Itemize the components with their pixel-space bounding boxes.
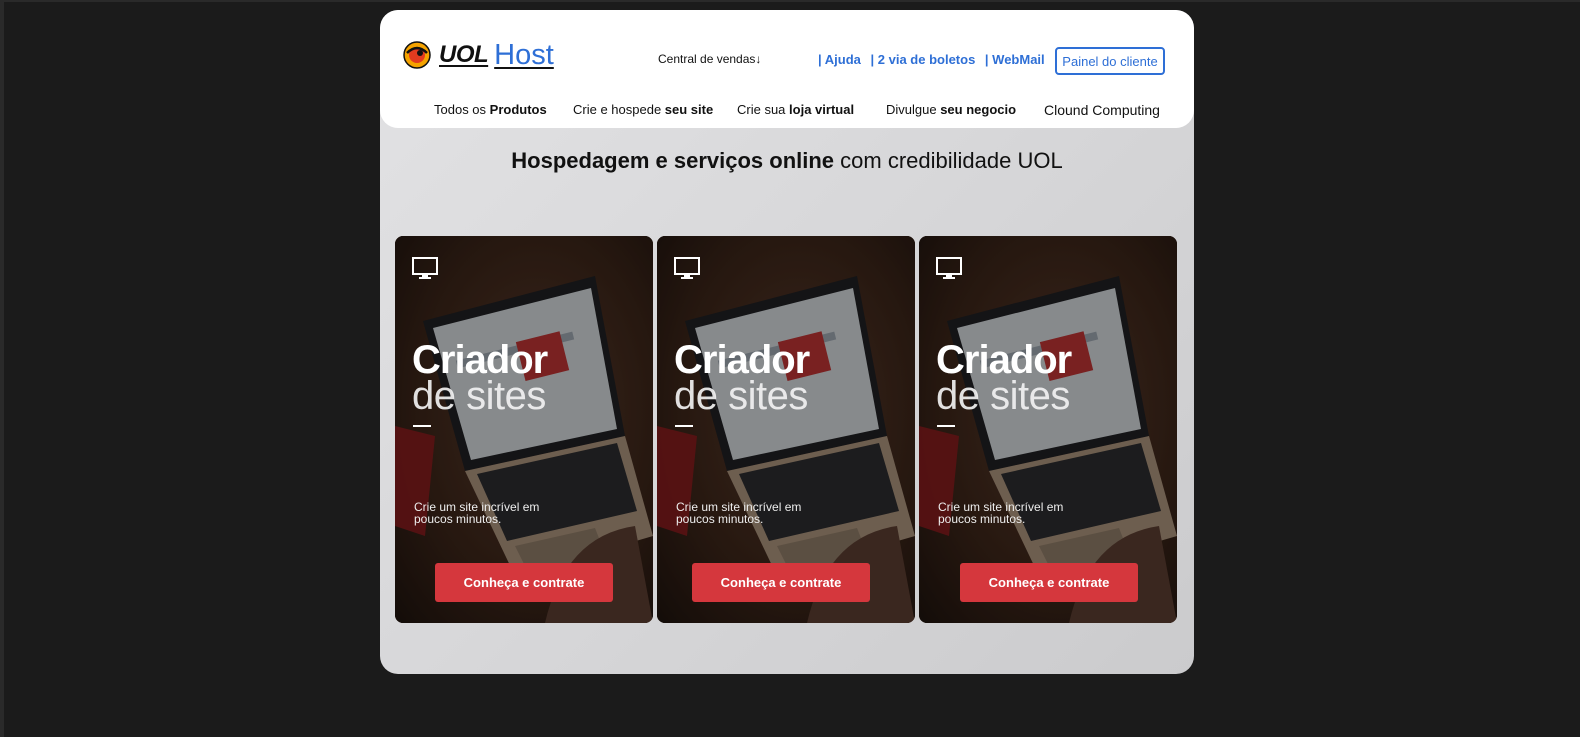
monitor-icon [936, 257, 962, 279]
page-headline: Hospedagem e serviços online com credibi… [380, 148, 1194, 174]
card-description: Crie um site incrível em poucos minutos. [414, 500, 540, 526]
card-divider [413, 425, 431, 427]
nav-label: Todos os [434, 102, 490, 117]
card-description: Crie um site incrível em poucos minutos. [938, 500, 1064, 526]
card-divider [675, 425, 693, 427]
nav-label-bold: Produtos [489, 102, 547, 117]
painel-cliente-button[interactable]: Painel do cliente [1055, 47, 1165, 75]
product-card-criador-sites: Criador de sites Crie um site incrível e… [919, 236, 1177, 623]
uol-logo-icon [403, 41, 431, 69]
nav-label-bold: loja virtual [789, 102, 855, 117]
boletos-link[interactable]: | 2 via de boletos [871, 52, 976, 67]
card-subtitle: de sites [412, 374, 546, 418]
conheca-contrate-button[interactable]: Conheça e contrate [960, 563, 1138, 602]
logo-brand-text: UOL [439, 41, 489, 68]
nav-crie-hospede[interactable]: Crie e hospede seu site [573, 102, 713, 117]
landing-page: UOL Host Central de vendas↓ | Ajuda | 2 … [380, 10, 1194, 674]
product-card-criador-sites: Criador de sites Crie um site incrível e… [395, 236, 653, 623]
card-description: Crie um site incrível em poucos minutos. [676, 500, 802, 526]
headline-plain: com credibilidade UOL [834, 148, 1063, 173]
nav-label: Crie e hospede [573, 102, 665, 117]
card-subtitle: de sites [936, 374, 1070, 418]
webmail-link[interactable]: | WebMail [985, 52, 1045, 67]
nav-label: Divulgue [886, 102, 941, 117]
site-header: UOL Host Central de vendas↓ | Ajuda | 2 … [380, 10, 1194, 128]
card-subtitle: de sites [674, 374, 808, 418]
central-vendas-link[interactable]: Central de vendas↓ [658, 52, 761, 66]
headline-bold: Hospedagem e serviços online [511, 148, 835, 173]
nav-todos-produtos[interactable]: Todos os Produtos [434, 102, 547, 117]
nav-label-bold: seu negocio [940, 102, 1017, 117]
card-divider [937, 425, 955, 427]
nav-label-bold: seu site [664, 102, 714, 117]
top-links: | Ajuda | 2 via de boletos | WebMail [818, 52, 1051, 67]
logo-product-text: Host [494, 38, 554, 71]
monitor-icon [412, 257, 438, 279]
uol-host-logo[interactable]: UOL Host [403, 38, 554, 72]
conheca-contrate-button[interactable]: Conheça e contrate [692, 563, 870, 602]
conheca-contrate-button[interactable]: Conheça e contrate [435, 563, 613, 602]
nav-loja-virtual[interactable]: Crie sua loja virtual [737, 102, 854, 117]
nav-label: Clound Computing [1044, 102, 1160, 118]
product-card-criador-sites: Criador de sites Crie um site incrível e… [657, 236, 915, 623]
nav-cloud-computing[interactable]: Clound Computing [1044, 102, 1160, 118]
ajuda-link[interactable]: | Ajuda [818, 52, 861, 67]
nav-label: Crie sua [737, 102, 790, 117]
nav-divulgue-negocio[interactable]: Divulgue seu negocio [886, 102, 1016, 117]
monitor-icon [674, 257, 700, 279]
